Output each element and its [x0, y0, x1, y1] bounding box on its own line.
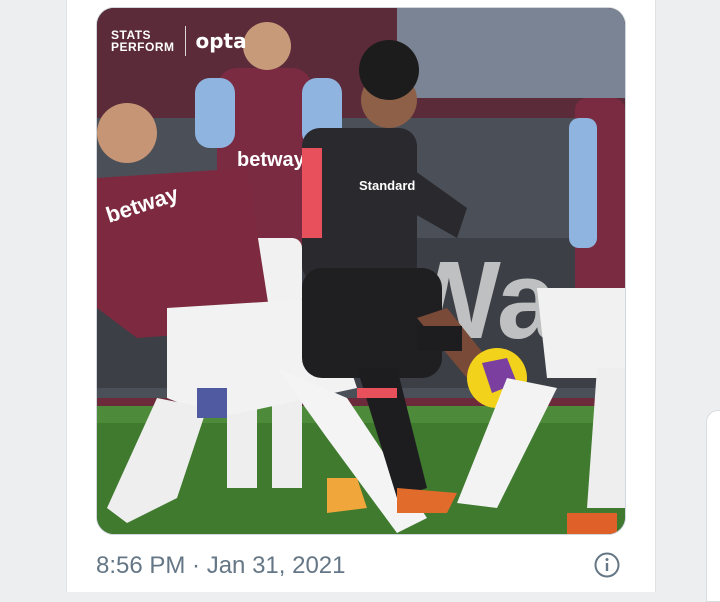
- shirt-sponsor-away: Standard: [359, 178, 415, 193]
- brand-divider: [184, 26, 186, 56]
- brand-perform-text: PERFORM: [111, 40, 175, 54]
- tweet-photo[interactable]: Wa betway betway Standard STATS PERFORM …: [96, 7, 626, 535]
- tweet-timestamp[interactable]: 8:56 PM · Jan 31, 2021: [96, 552, 346, 580]
- info-icon[interactable]: [594, 552, 620, 578]
- watermark-brand: STATS PERFORM opta: [111, 26, 247, 56]
- brand-opta-text: opta: [195, 29, 247, 53]
- football-photo-illustration: Wa betway betway Standard: [97, 8, 625, 534]
- shirt-sponsor-home-back: betway: [237, 149, 306, 171]
- adjacent-panel-edge: [706, 410, 720, 602]
- tweet-card: Wa betway betway Standard STATS PERFORM …: [66, 0, 656, 592]
